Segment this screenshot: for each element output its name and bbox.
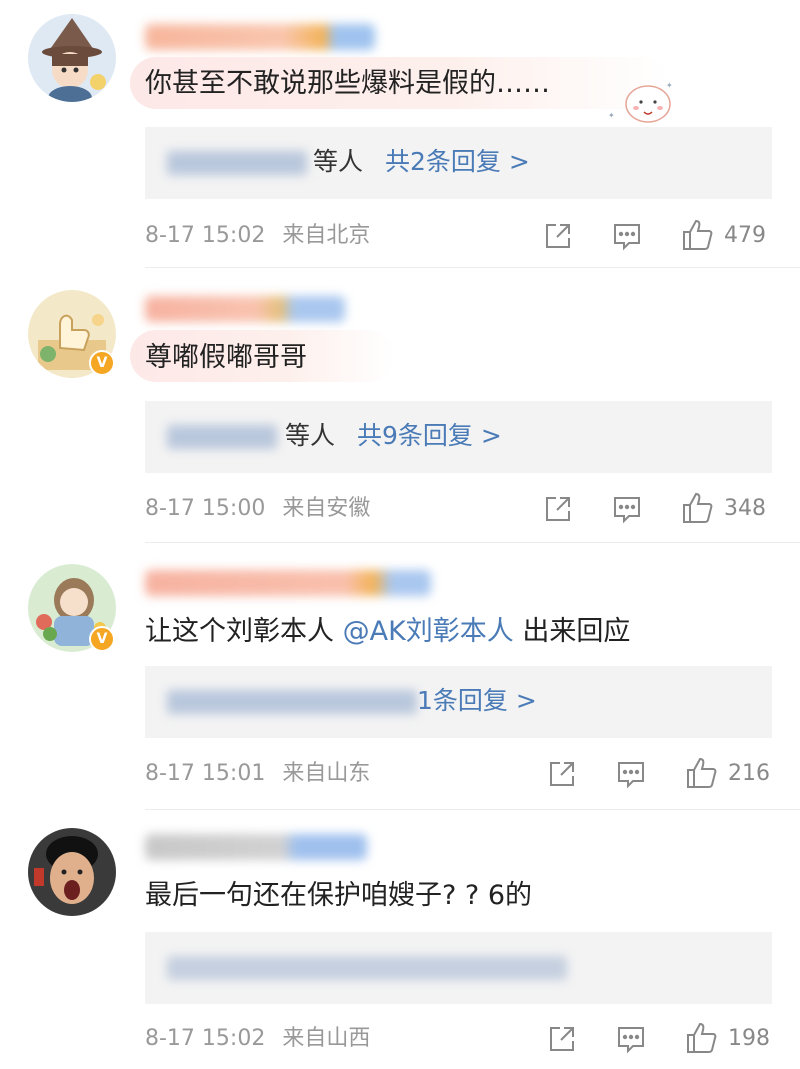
svg-text:✦: ✦	[666, 81, 673, 90]
comment-meta: 8-17 15:00 来自安徽	[145, 495, 370, 523]
comment-icon[interactable]	[611, 493, 643, 525]
comment-time: 8-17 15:00	[145, 496, 266, 521]
share-icon[interactable]	[542, 220, 574, 252]
comment-text: 你甚至不敢说那些爆料是假的……	[145, 68, 550, 99]
reply-count-link[interactable]: 共9条回复 >	[357, 421, 502, 450]
reply-user-blurred	[167, 956, 567, 980]
svg-text:✦: ✦	[608, 111, 615, 120]
reply-users-suffix: 等人	[313, 147, 364, 176]
divider	[145, 267, 800, 268]
comment-text-prefix: 让这个刘彰本人	[145, 616, 334, 647]
share-icon[interactable]	[542, 493, 574, 525]
reply-summary[interactable]: 等人 共9条回复 >	[145, 401, 772, 473]
comment-meta: 8-17 15:02 来自北京	[145, 222, 370, 250]
mention-link[interactable]: @AK刘彰本人	[343, 616, 514, 647]
like-count: 216	[728, 761, 770, 786]
like-icon[interactable]	[681, 218, 715, 252]
comment-item: 你甚至不敢说那些爆料是假的…… ✦ ✦ 等人 共2条回复 > 8-17 15:0…	[0, 0, 800, 268]
comment-text: 最后一句还在保护咱嫂子? ? 6的	[145, 880, 533, 911]
like-icon[interactable]	[685, 756, 719, 790]
comment-source: 来自北京	[282, 223, 371, 248]
divider	[145, 542, 800, 543]
comment-text: 尊嘟假嘟哥哥	[145, 342, 307, 373]
share-icon[interactable]	[546, 758, 578, 790]
reply-count-link[interactable]: 共2条回复 >	[385, 147, 530, 176]
comment-time: 8-17 15:02	[145, 223, 266, 248]
like-count: 198	[728, 1026, 770, 1051]
reply-summary[interactable]: 1条回复 >	[145, 666, 772, 738]
comment-source: 来自山西	[282, 1026, 371, 1051]
comment-item: 最后一句还在保护咱嫂子? ? 6的 8-17 15:02 来自山西 198	[0, 812, 800, 1069]
username-blurred[interactable]	[145, 296, 345, 322]
comment-item: V 尊嘟假嘟哥哥 等人 共9条回复 > 8-17 15:00 来自安徽 348	[0, 270, 800, 543]
divider	[145, 809, 800, 810]
reply-users-suffix: 等人	[285, 421, 336, 450]
comment-icon[interactable]	[615, 758, 647, 790]
avatar[interactable]	[28, 828, 116, 916]
like-icon[interactable]	[681, 491, 715, 525]
comment-source: 来自安徽	[282, 496, 371, 521]
like-icon[interactable]	[685, 1021, 719, 1055]
comment-text-suffix: 出来回应	[522, 616, 631, 647]
avatar[interactable]	[28, 14, 116, 102]
sticker-decoration: ✦ ✦	[604, 76, 676, 132]
share-icon[interactable]	[546, 1023, 578, 1055]
username-blurred[interactable]	[145, 570, 431, 596]
reply-user-blurred	[167, 151, 307, 175]
reply-summary[interactable]: 等人 共2条回复 >	[145, 127, 772, 199]
verified-icon: V	[89, 350, 115, 376]
reply-count-link[interactable]: 1条回复 >	[417, 686, 537, 715]
comment-text: 让这个刘彰本人 @AK刘彰本人 出来回应	[145, 614, 630, 650]
comment-meta: 8-17 15:02 来自山西	[145, 1025, 370, 1053]
reply-user-blurred	[167, 690, 417, 714]
comment-icon[interactable]	[615, 1023, 647, 1055]
username-blurred[interactable]	[145, 24, 375, 50]
reply-summary[interactable]	[145, 932, 772, 1004]
comment-time: 8-17 15:01	[145, 761, 266, 786]
like-count: 479	[724, 223, 766, 248]
comment-icon[interactable]	[611, 220, 643, 252]
reply-user-blurred	[167, 425, 277, 449]
like-count: 348	[724, 496, 766, 521]
comment-source: 来自山东	[282, 761, 371, 786]
comment-time: 8-17 15:02	[145, 1026, 266, 1051]
verified-icon: V	[89, 626, 115, 652]
comment-meta: 8-17 15:01 来自山东	[145, 760, 370, 788]
comment-item: V 让这个刘彰本人 @AK刘彰本人 出来回应 1条回复 > 8-17 15:01…	[0, 546, 800, 810]
username-blurred[interactable]	[145, 834, 367, 860]
